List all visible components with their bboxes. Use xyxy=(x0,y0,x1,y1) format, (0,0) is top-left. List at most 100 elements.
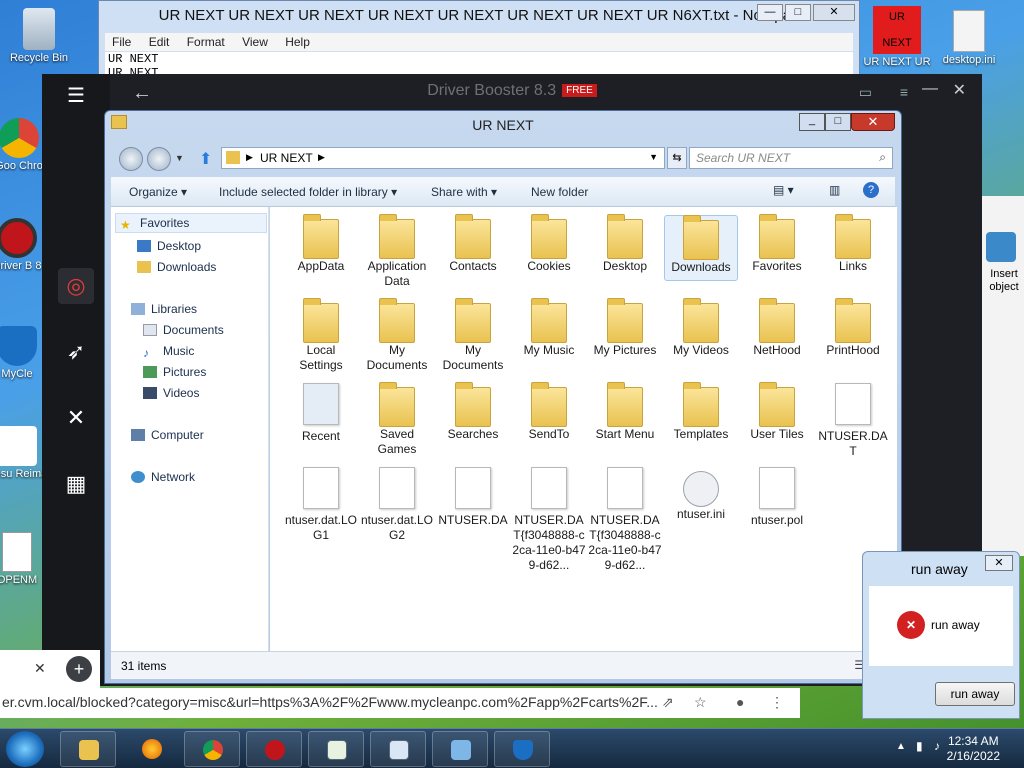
menu-view[interactable]: View xyxy=(242,35,268,49)
folder-saved-games[interactable]: Saved Games xyxy=(360,382,434,457)
nav-network[interactable]: Network xyxy=(131,470,195,484)
file-ntuser-pol[interactable]: ntuser.pol xyxy=(740,467,814,528)
explorer-minimize-button[interactable]: _ xyxy=(799,113,825,131)
notepad-maximize-button[interactable]: □ xyxy=(785,4,811,21)
menu-format[interactable]: Format xyxy=(187,35,225,49)
nav-libraries[interactable]: Libraries xyxy=(131,302,197,316)
file-ntuser-log1[interactable]: ntuser.dat.LOG1 xyxy=(284,467,358,543)
tray-arrow-icon[interactable]: ▲ xyxy=(896,741,906,752)
nav-favorites[interactable]: ★ Favorites xyxy=(115,213,267,233)
network-tray-icon[interactable]: ▮ xyxy=(916,739,923,753)
folder-my-pictures[interactable]: My Pictures xyxy=(588,298,662,358)
file-ntuser-guid-3[interactable]: NTUSER.DAT{f3048888-c2ca-11e0-b479-d62..… xyxy=(588,467,662,573)
folder-templates[interactable]: Templates xyxy=(664,382,738,442)
taskbar-firefox[interactable] xyxy=(124,731,180,767)
breadcrumb-chevron-icon[interactable]: ▶ xyxy=(318,152,325,163)
folder-user-tiles[interactable]: User Tiles xyxy=(740,382,814,442)
nav-pictures[interactable]: Pictures xyxy=(143,365,206,379)
nav-videos[interactable]: Videos xyxy=(143,386,199,400)
insert-object-label[interactable]: Insert object xyxy=(984,268,1024,294)
search-input[interactable]: Search UR NEXT ⌕ xyxy=(689,147,893,169)
breadcrumb-chevron-icon[interactable]: ▶ xyxy=(246,152,253,163)
address-bar[interactable]: ▶ UR NEXT ▶ ▼ xyxy=(221,147,665,169)
file-ntuser-dat[interactable]: NTUSER.DAT xyxy=(816,383,890,459)
folder-cookies[interactable]: Cookies xyxy=(512,214,586,274)
preview-pane-icon[interactable]: ▥ xyxy=(829,183,840,197)
folder-appdata[interactable]: AppData xyxy=(284,214,358,274)
more-options-icon[interactable]: ⋮ xyxy=(770,694,784,711)
recycle-bin-icon[interactable]: Recycle Bin xyxy=(4,8,74,64)
minimize-icon[interactable]: — xyxy=(922,80,938,98)
lifebuoy-icon[interactable]: ◎ xyxy=(58,268,94,304)
back-button[interactable] xyxy=(119,147,143,171)
folder-application-data[interactable]: Application Data xyxy=(360,214,434,289)
taskbar-notepad[interactable] xyxy=(308,731,364,767)
nav-music[interactable]: ♪ Music xyxy=(143,344,194,360)
tools-icon[interactable]: ✕ xyxy=(62,404,90,432)
menu-file[interactable]: File xyxy=(112,35,131,49)
browser-url-bar[interactable]: er.cvm.local/blocked?category=misc&url=h… xyxy=(0,688,800,718)
share-with-button[interactable]: Share with ▾ xyxy=(431,185,497,199)
folder-start-menu[interactable]: Start Menu xyxy=(588,382,662,442)
start-button[interactable] xyxy=(6,731,44,767)
file-ntuser-guid-2[interactable]: NTUSER.DAT{f3048888-c2ca-11e0-b479-d62..… xyxy=(512,467,586,573)
up-arrow-icon[interactable]: ⬆ xyxy=(199,149,212,169)
explorer-window[interactable]: UR NEXT _ □ ✕ ▼ ⬆ ▶ UR NEXT ▶ ▼ ⇆ Search… xyxy=(104,110,902,684)
taskbar-chrome[interactable] xyxy=(184,731,240,767)
file-ntuser-ini[interactable]: ntuser.ini xyxy=(664,467,738,522)
apps-grid-icon[interactable]: ▦ xyxy=(62,470,90,498)
search-icon[interactable]: ⌕ xyxy=(879,150,886,165)
forward-button[interactable] xyxy=(147,147,171,171)
change-view-icon[interactable]: ▤ ▾ xyxy=(773,183,794,197)
file-ntuser-log2[interactable]: ntuser.dat.LOG2 xyxy=(360,467,434,543)
folder-my-videos[interactable]: My Videos xyxy=(664,298,738,358)
folder-my-music[interactable]: My Music xyxy=(512,298,586,358)
tab-close-icon[interactable]: ✕ xyxy=(34,660,46,677)
run-away-dialog[interactable]: run away ✕ ✕ run away run away xyxy=(862,551,1020,719)
system-clock[interactable]: 12:34 AM 2/16/2022 xyxy=(947,734,1000,764)
profile-icon[interactable]: ● xyxy=(736,694,744,710)
menu-help[interactable]: Help xyxy=(285,35,310,49)
folder-favorites[interactable]: Favorites xyxy=(740,214,814,274)
taskbar-explorer[interactable] xyxy=(60,731,116,767)
breadcrumb-ur-next[interactable]: UR NEXT xyxy=(260,151,313,165)
desktop-ini-icon[interactable]: desktop.ini xyxy=(934,10,1004,66)
refresh-icon[interactable]: ⇆ xyxy=(667,147,687,169)
organize-button[interactable]: Organize ▾ xyxy=(129,185,187,199)
folder-searches[interactable]: Searches xyxy=(436,382,510,442)
folder-my-documents-shortcut[interactable]: My Documents xyxy=(436,298,510,373)
folder-links[interactable]: Links xyxy=(816,214,890,274)
help-icon[interactable]: ? xyxy=(863,182,879,198)
close-icon[interactable]: ✕ xyxy=(953,80,966,100)
explorer-close-button[interactable]: ✕ xyxy=(851,113,895,131)
folder-local-settings[interactable]: Local Settings xyxy=(284,298,358,373)
taskbar-driver-booster[interactable] xyxy=(246,731,302,767)
new-folder-button[interactable]: New folder xyxy=(531,185,588,199)
ur-next-desktop-icon[interactable]: UR NEXT UR NEXT UR xyxy=(862,6,932,68)
folder-recent[interactable]: Recent xyxy=(284,383,358,444)
menu-edit[interactable]: Edit xyxy=(149,35,170,49)
notepad-window[interactable]: UR NEXT UR NEXT UR NEXT UR NEXT UR NEXT … xyxy=(98,0,860,80)
folder-sendto[interactable]: SendTo xyxy=(512,382,586,442)
nav-desktop[interactable]: Desktop xyxy=(137,239,201,253)
feedback-icon[interactable]: ▭ xyxy=(859,84,872,101)
volume-icon[interactable]: ♪ xyxy=(934,739,940,753)
notepad-minimize-button[interactable]: — xyxy=(757,4,783,21)
taskbar-mycleanpc[interactable] xyxy=(494,731,550,767)
history-dropdown-icon[interactable]: ▼ xyxy=(175,153,184,163)
folder-nethood[interactable]: NetHood xyxy=(740,298,814,358)
run-away-button[interactable]: run away xyxy=(935,682,1015,706)
nav-downloads[interactable]: Downloads xyxy=(137,260,216,274)
folder-my-documents[interactable]: My Documents xyxy=(360,298,434,373)
folder-contacts[interactable]: Contacts xyxy=(436,214,510,274)
taskbar-app[interactable] xyxy=(432,731,488,767)
menu-lines-icon[interactable]: ≡ xyxy=(900,84,908,100)
explorer-maximize-button[interactable]: □ xyxy=(825,113,851,131)
rocket-icon[interactable]: ➶ xyxy=(62,338,90,366)
folder-desktop[interactable]: Desktop xyxy=(588,214,662,274)
folder-printhood[interactable]: PrintHood xyxy=(816,298,890,358)
folder-downloads[interactable]: Downloads xyxy=(664,215,738,281)
new-tab-icon[interactable]: + xyxy=(66,656,92,682)
include-in-library-button[interactable]: Include selected folder in library ▾ xyxy=(219,185,397,199)
nav-computer[interactable]: Computer xyxy=(131,428,204,442)
